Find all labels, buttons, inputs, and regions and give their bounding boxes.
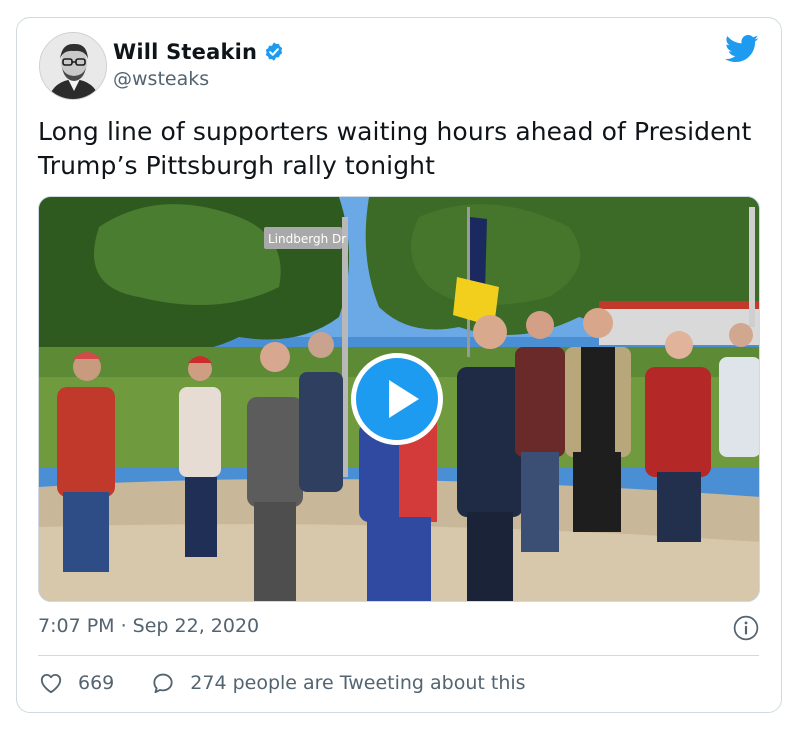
like-action[interactable]: 669 bbox=[38, 670, 114, 696]
twitter-bird-icon[interactable] bbox=[725, 34, 759, 64]
verified-badge-icon bbox=[266, 42, 283, 61]
divider bbox=[38, 655, 759, 656]
tweet-timestamp[interactable]: 7:07 PM · Sep 22, 2020 bbox=[38, 615, 259, 637]
street-sign-text: Lindbergh Dr bbox=[268, 232, 346, 246]
heart-icon bbox=[40, 673, 62, 694]
tweet-actions: 669 274 people are Tweeting about this bbox=[38, 670, 526, 696]
author-name[interactable]: Will Steakin bbox=[113, 40, 257, 64]
author-name-row[interactable]: Will Steakin bbox=[113, 40, 285, 64]
avatar-photo bbox=[40, 33, 106, 99]
tweeting-about-label: 274 people are Tweeting about this bbox=[190, 672, 526, 694]
tweet-card: Will Steakin @wsteaks Long line of suppo… bbox=[16, 17, 782, 713]
like-count: 669 bbox=[78, 672, 115, 694]
author-block: Will Steakin @wsteaks bbox=[113, 40, 285, 90]
play-button[interactable] bbox=[351, 353, 443, 445]
conversation-action[interactable]: 274 people are Tweeting about this bbox=[150, 670, 526, 696]
tweet-text: Long line of supporters waiting hours ah… bbox=[38, 117, 752, 180]
author-handle[interactable]: @wsteaks bbox=[113, 68, 285, 90]
tweet-video[interactable]: Lindbergh Dr bbox=[38, 196, 760, 602]
speech-bubble-icon bbox=[153, 673, 173, 694]
info-icon[interactable] bbox=[733, 615, 759, 641]
author-avatar[interactable] bbox=[39, 32, 107, 100]
